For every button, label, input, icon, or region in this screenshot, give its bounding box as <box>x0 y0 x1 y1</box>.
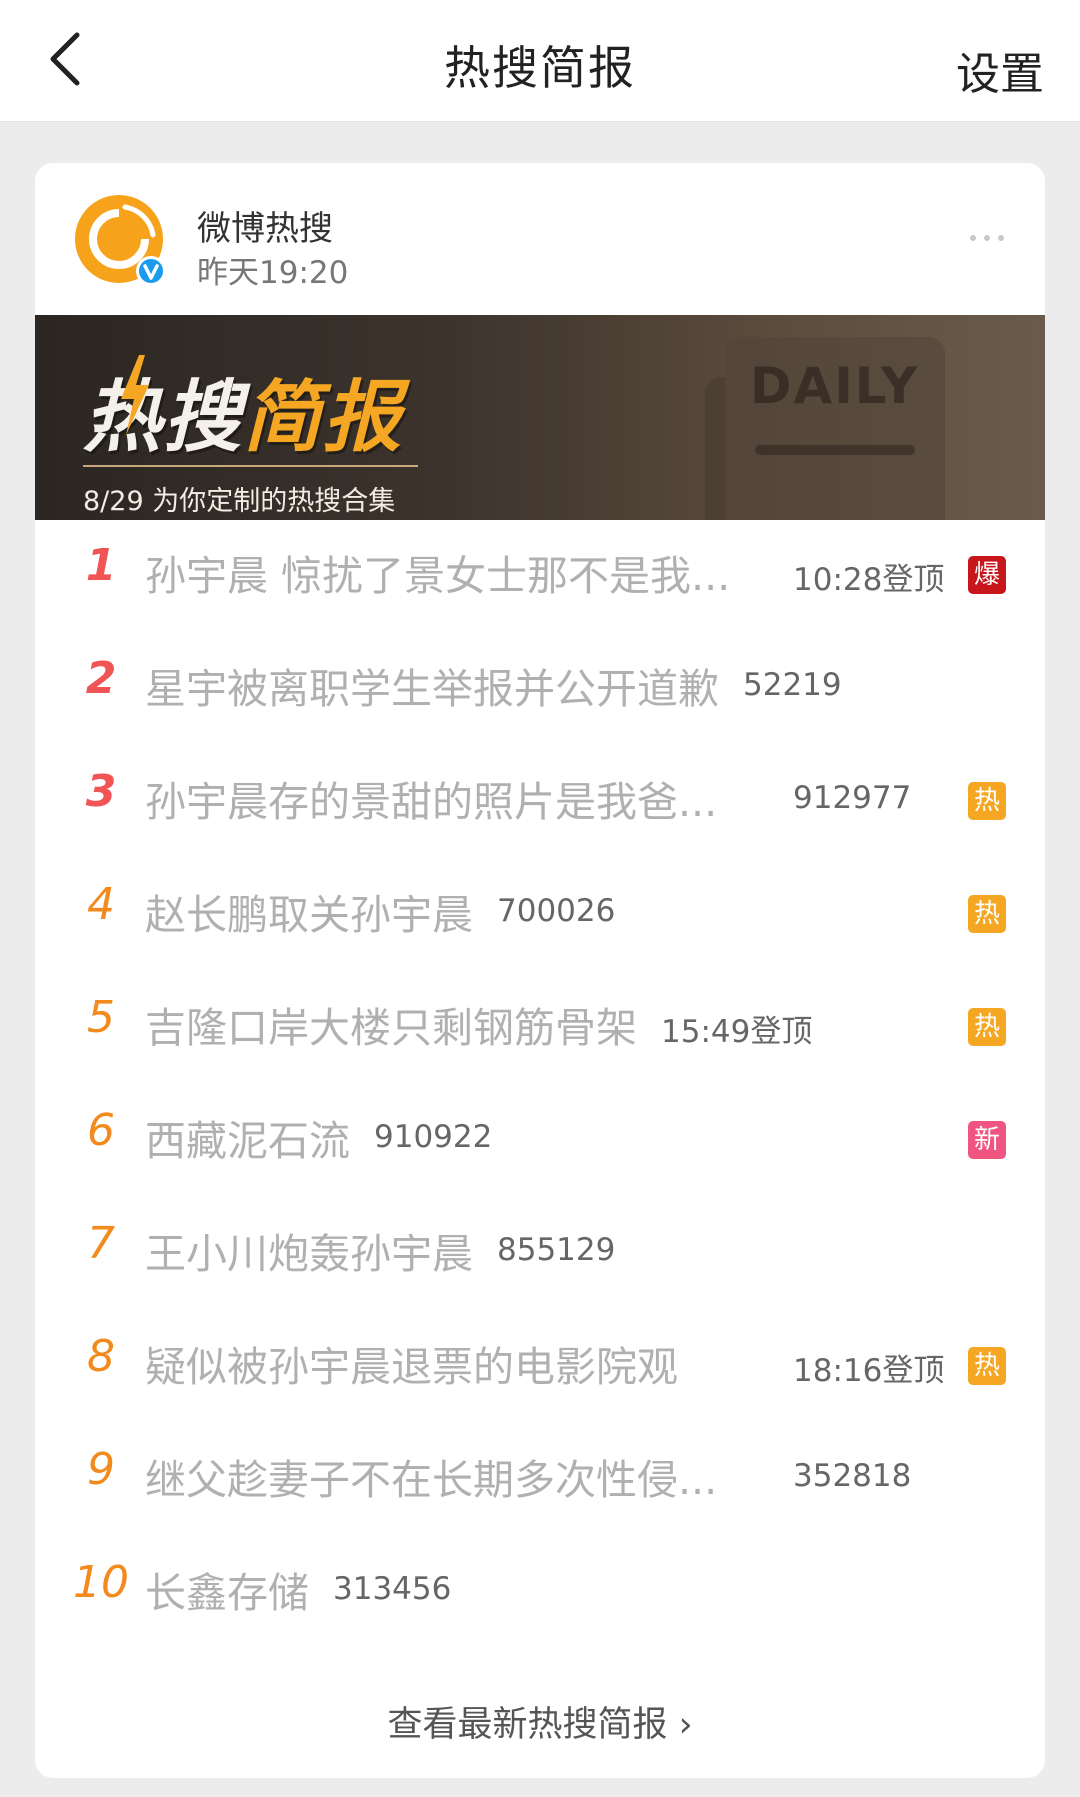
post-time: 昨天19:20 <box>197 255 349 291</box>
hot-search-title: 王小川炮轰孙宇晨 <box>145 1230 473 1278</box>
hot-search-title: 吉隆口岸大楼只剩钢筋骨架 <box>145 1004 637 1052</box>
hot-search-badge: 热 <box>968 782 1006 820</box>
avatar[interactable] <box>73 193 169 289</box>
rank-number: 10 <box>73 1557 129 1608</box>
hot-search-title: 赵长鹏取关孙宇晨 <box>145 891 473 939</box>
top-nav-bar: 热搜简报 设置 <box>0 0 1080 122</box>
hot-search-item[interactable]: 5 吉隆口岸大楼只剩钢筋骨架 15:49登顶 热 <box>35 972 1045 1085</box>
hot-search-title: 孙宇晨 惊扰了景女士那不是我... <box>145 552 731 600</box>
banner-title-part2: 简报 <box>243 373 404 463</box>
hot-search-title: 长鑫存储 <box>145 1569 309 1617</box>
hot-search-item[interactable]: 2 星宇被离职学生举报并公开道歉 52219 <box>35 633 1045 746</box>
hot-search-title: 孙宇晨存的景甜的照片是我爸... <box>145 778 718 826</box>
rank-number: 7 <box>87 1218 115 1269</box>
hot-search-badge: 新 <box>968 1121 1006 1159</box>
hot-search-item[interactable]: 4 赵长鹏取关孙宇晨 700026 热 <box>35 859 1045 972</box>
hot-search-meta: 10:28登顶 <box>793 562 945 598</box>
hot-search-badge: 爆 <box>968 556 1006 594</box>
hot-search-badge: 热 <box>968 895 1006 933</box>
author-name[interactable]: 微博热搜 <box>197 201 333 250</box>
hot-search-meta: 18:16登顶 <box>793 1353 945 1389</box>
view-latest-link[interactable]: 查看最新热搜简报 › <box>35 1696 1045 1747</box>
rank-number: 2 <box>85 653 117 704</box>
hot-search-item[interactable]: 7 王小川炮轰孙宇晨 855129 <box>35 1198 1045 1311</box>
hot-search-item[interactable]: 6 西藏泥石流 910922 新 <box>35 1085 1045 1198</box>
rank-number: 3 <box>85 766 117 817</box>
hot-search-meta: 352818 <box>793 1458 912 1494</box>
hot-search-title: 西藏泥石流 <box>145 1117 350 1165</box>
hot-search-item[interactable]: 9 继父趁妻子不在长期多次性侵... 352818 <box>35 1424 1045 1537</box>
more-dots-icon[interactable] <box>957 223 1017 253</box>
hot-search-meta: 15:49登顶 <box>661 1014 813 1050</box>
hot-search-badge: 热 <box>968 1008 1006 1046</box>
rank-number: 9 <box>87 1444 115 1495</box>
hot-search-card: 微博热搜 昨天19:20 DAILY 热搜简报 8/29 为你定制的热搜合集 1… <box>35 163 1045 1778</box>
settings-button[interactable]: 设置 <box>956 38 1044 102</box>
banner-divider <box>83 465 418 467</box>
hot-search-meta: 52219 <box>743 667 842 703</box>
hot-search-badge: 热 <box>968 1347 1006 1385</box>
weibo-hot-search-logo-icon <box>75 195 166 286</box>
hot-search-item[interactable]: 10 长鑫存储 313456 <box>35 1537 1045 1650</box>
hot-search-meta: 700026 <box>497 893 616 929</box>
hot-search-item[interactable]: 3 孙宇晨存的景甜的照片是我爸... 912977 热 <box>35 746 1045 859</box>
hot-search-title: 疑似被孙宇晨退票的电影院观 <box>145 1343 678 1391</box>
rank-number: 6 <box>87 1105 115 1156</box>
banner-title-part1: 热搜 <box>83 373 244 463</box>
banner-subtitle: 8/29 为你定制的热搜合集 <box>83 486 396 517</box>
hot-search-meta: 912977 <box>793 780 912 816</box>
hot-search-list: 1 孙宇晨 惊扰了景女士那不是我... 10:28登顶爆 2 星宇被离职学生举报并公开道… <box>35 520 1045 1650</box>
rank-number: 5 <box>87 992 115 1043</box>
hot-search-item[interactable]: 1 孙宇晨 惊扰了景女士那不是我... 10:28登顶爆 <box>35 520 1045 633</box>
lightning-bolt-icon <box>121 355 149 435</box>
rank-number: 1 <box>85 540 117 591</box>
banner-daily-label: DAILY <box>750 357 920 415</box>
hot-search-brief-banner[interactable]: DAILY 热搜简报 8/29 为你定制的热搜合集 <box>35 315 1045 520</box>
rank-number: 8 <box>87 1331 115 1382</box>
page-title: 热搜简报 <box>444 41 636 95</box>
daily-card-line <box>755 445 915 455</box>
hot-search-title: 继父趁妻子不在长期多次性侵... <box>145 1456 718 1504</box>
hot-search-item[interactable]: 8 疑似被孙宇晨退票的电影院观 18:16登顶热 <box>35 1311 1045 1424</box>
hot-search-meta: 910922 <box>374 1119 493 1155</box>
rank-number: 4 <box>87 879 115 930</box>
post-author-row: 微博热搜 昨天19:20 <box>35 163 1045 315</box>
hot-search-meta: 855129 <box>497 1232 616 1268</box>
hot-search-title: 星宇被离职学生举报并公开道歉 <box>145 665 719 713</box>
hot-search-meta: 313456 <box>333 1571 452 1607</box>
